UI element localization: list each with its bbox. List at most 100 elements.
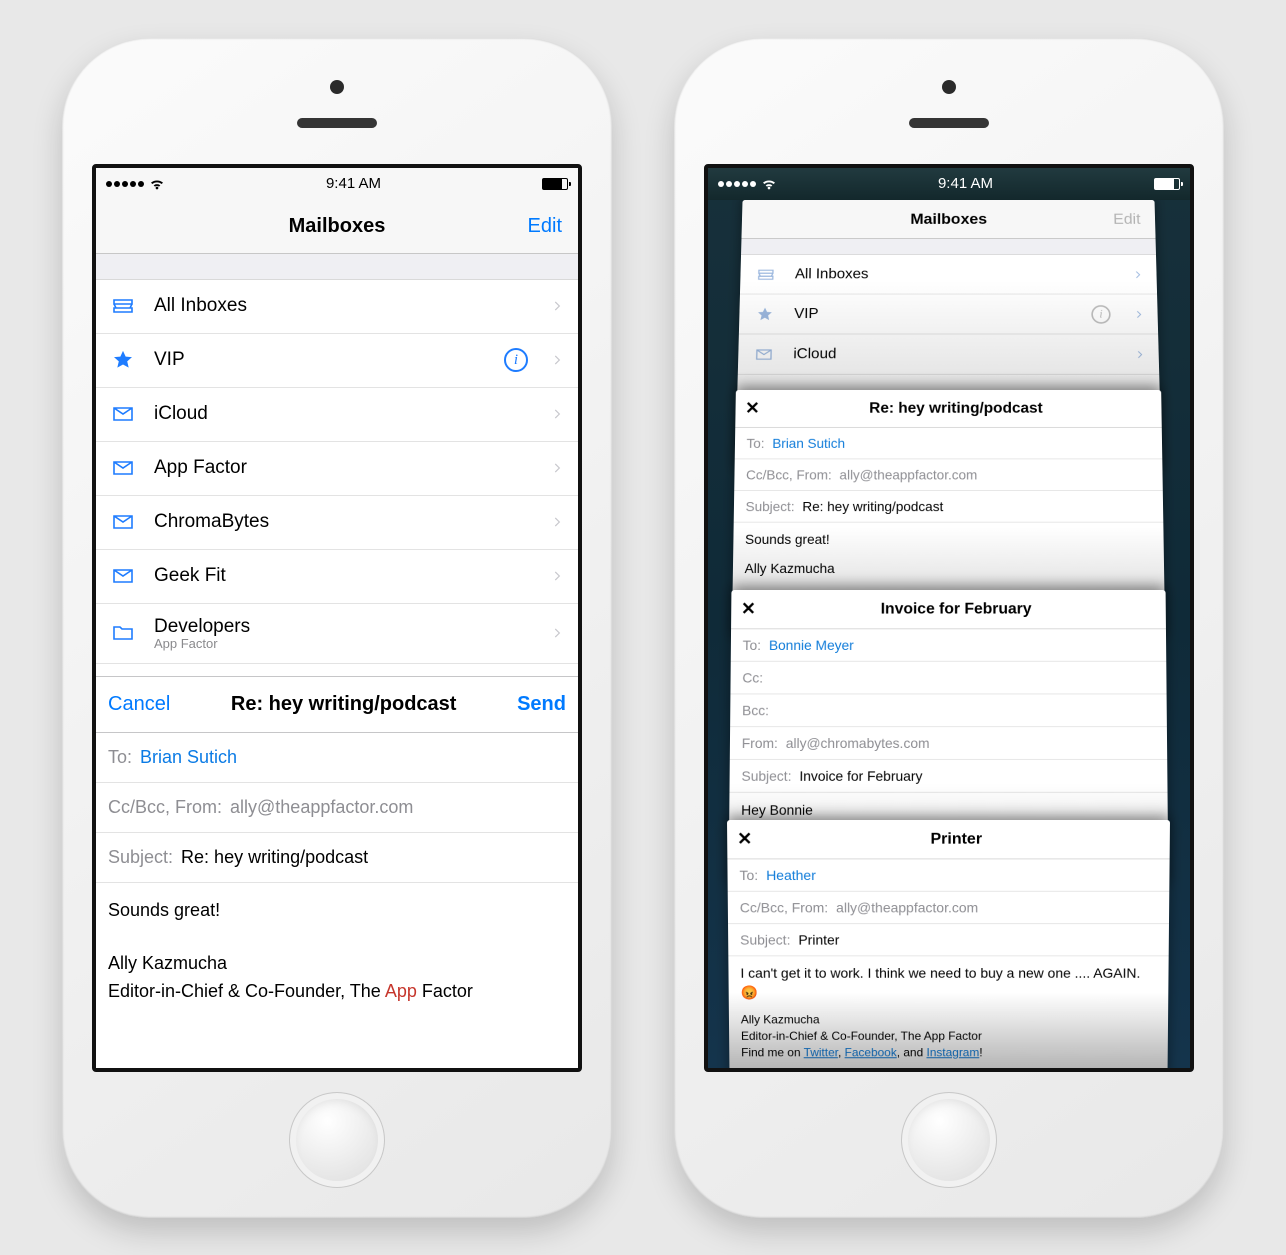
to-label: To: (108, 747, 132, 768)
mailbox-row-chromabytes[interactable]: ChromaBytes (96, 496, 578, 550)
subject-value: Invoice for February (800, 767, 923, 783)
mailbox-row-all-inboxes[interactable]: All Inboxes (740, 254, 1158, 294)
signature-links: Find me on Twitter, Facebook, and Instag… (741, 1044, 1156, 1060)
mailbox-label: App Factor (154, 457, 532, 479)
chevron-right-icon (1134, 308, 1146, 319)
cc-label: Cc: (743, 669, 764, 685)
inbox-icon (110, 510, 136, 534)
mailbox-label: VIP (154, 349, 486, 371)
wifi-icon (149, 176, 165, 192)
subject-field[interactable]: Subject: Re: hey writing/podcast (96, 833, 578, 883)
mailbox-row-vip[interactable]: VIP i (739, 294, 1159, 334)
chevron-right-icon (550, 353, 564, 367)
earpiece (909, 118, 989, 128)
earpiece (297, 118, 377, 128)
nav-title: Mailboxes (289, 215, 386, 238)
body-line: Sounds great! (745, 530, 1153, 549)
mailbox-row-developers[interactable]: Developers App Factor (96, 604, 578, 664)
chevron-right-icon (1135, 348, 1147, 359)
from-value: ally@chromabytes.com (786, 735, 930, 751)
signal-dots-icon (718, 181, 756, 187)
signal-dots-icon (106, 181, 144, 187)
mailbox-row-geekfit[interactable]: Geek Fit (96, 550, 578, 604)
draft-title: Re: hey writing/podcast (760, 399, 1153, 416)
mailboxes-list: All Inboxes VIP i iCloud App Factor (96, 280, 578, 718)
mailbox-row-icloud[interactable]: iCloud (96, 388, 578, 442)
front-camera (942, 80, 956, 94)
nav-bar: Mailboxes Edit (96, 200, 578, 254)
signature-name: Ally Kazmucha (741, 1011, 1157, 1027)
mailbox-row-all-inboxes[interactable]: All Inboxes (96, 280, 578, 334)
mailbox-label: Geek Fit (154, 565, 532, 587)
home-button[interactable] (289, 1092, 385, 1188)
drafts-stack: Mailboxes Edit All Inboxes VIP i (708, 200, 1190, 1068)
bcc-label: Bcc: (742, 702, 769, 718)
edit-button: Edit (1113, 210, 1141, 228)
mailbox-label: ChromaBytes (154, 511, 532, 533)
chevron-right-icon (550, 626, 564, 640)
compose-body[interactable]: Sounds great! Ally Kazmucha Editor-in-Ch… (96, 883, 578, 1021)
send-button[interactable]: Send (517, 693, 566, 716)
mailbox-label: iCloud (154, 403, 532, 425)
twitter-link[interactable]: Twitter (804, 1045, 838, 1059)
mailbox-label: iCloud (793, 345, 1117, 362)
facebook-link[interactable]: Facebook (845, 1045, 897, 1059)
screen-right: 9:41 AM Mailboxes Edit All Inboxes (704, 164, 1194, 1072)
star-icon (110, 349, 136, 371)
close-icon[interactable]: ✕ (745, 398, 760, 418)
status-time: 9:41 AM (938, 175, 993, 192)
chevron-right-icon (550, 407, 564, 421)
status-bar: 9:41 AM (96, 168, 578, 200)
folder-icon (110, 621, 136, 645)
signature-role: Editor-in-Chief & Co-Founder, The App Fa… (741, 1028, 1157, 1044)
chevron-right-icon (550, 569, 564, 583)
chevron-right-icon (1133, 268, 1145, 279)
ccbccfrom-field[interactable]: Cc/Bcc, From: ally@theappfactor.com (96, 783, 578, 833)
to-value: Heather (766, 867, 816, 883)
chevron-right-icon (550, 299, 564, 313)
mailbox-row-vip[interactable]: VIP i (96, 334, 578, 388)
body-line: I can't get it to work. I think we need … (741, 964, 1158, 1002)
from-value: ally@theappfactor.com (836, 899, 978, 915)
compose-docked-draft[interactable]: Cancel Re: hey writing/podcast Send To: … (96, 676, 578, 1068)
inbox-icon (110, 456, 136, 480)
phone-left: 9:41 AM Mailboxes Edit All Inboxes VIP i (62, 38, 612, 1218)
stack-card-draft-3[interactable]: ✕ Printer To:Heather Cc/Bcc, From:ally@t… (727, 820, 1170, 1068)
wifi-icon (761, 176, 777, 192)
mailbox-label: Developers (154, 616, 250, 638)
close-icon[interactable]: ✕ (741, 598, 756, 619)
compose-title: Re: hey writing/podcast (231, 693, 457, 716)
home-button[interactable] (901, 1092, 997, 1188)
screen-left: 9:41 AM Mailboxes Edit All Inboxes VIP i (92, 164, 582, 1072)
mailbox-label: All Inboxes (154, 295, 532, 317)
chevron-right-icon (550, 515, 564, 529)
cancel-button[interactable]: Cancel (108, 693, 170, 716)
inbox-stack-icon (110, 294, 136, 318)
draft-title: Printer (752, 830, 1160, 848)
from-value: ally@theappfactor.com (840, 466, 978, 481)
chevron-right-icon (550, 461, 564, 475)
battery-icon (1154, 178, 1180, 190)
close-icon[interactable]: ✕ (737, 828, 752, 849)
signature-name: Ally Kazmucha (745, 559, 1153, 578)
signature-name: Ally Kazmucha (108, 950, 566, 978)
to-value: Brian Sutich (772, 435, 845, 450)
mailbox-sublabel: App Factor (154, 636, 250, 651)
star-icon (753, 305, 778, 321)
inbox-icon (110, 564, 136, 588)
subject-label: Subject: (108, 847, 173, 868)
nav-title: Mailboxes (911, 210, 988, 228)
compose-toolbar: Cancel Re: hey writing/podcast Send (96, 677, 578, 733)
body-line: Sounds great! (108, 897, 566, 925)
phone-right: 9:41 AM Mailboxes Edit All Inboxes (674, 38, 1224, 1218)
mailbox-row-icloud[interactable]: iCloud (738, 334, 1160, 374)
subject-value: Re: hey writing/podcast (803, 498, 944, 513)
front-camera (330, 80, 344, 94)
info-icon[interactable]: i (504, 348, 528, 372)
subject-value: Printer (799, 931, 840, 947)
edit-button[interactable]: Edit (528, 215, 562, 238)
instagram-link[interactable]: Instagram (927, 1045, 980, 1059)
mailbox-row-appfactor[interactable]: App Factor (96, 442, 578, 496)
to-field[interactable]: To: Brian Sutich (96, 733, 578, 783)
ccbccfrom-label: Cc/Bcc, From: (108, 797, 222, 818)
